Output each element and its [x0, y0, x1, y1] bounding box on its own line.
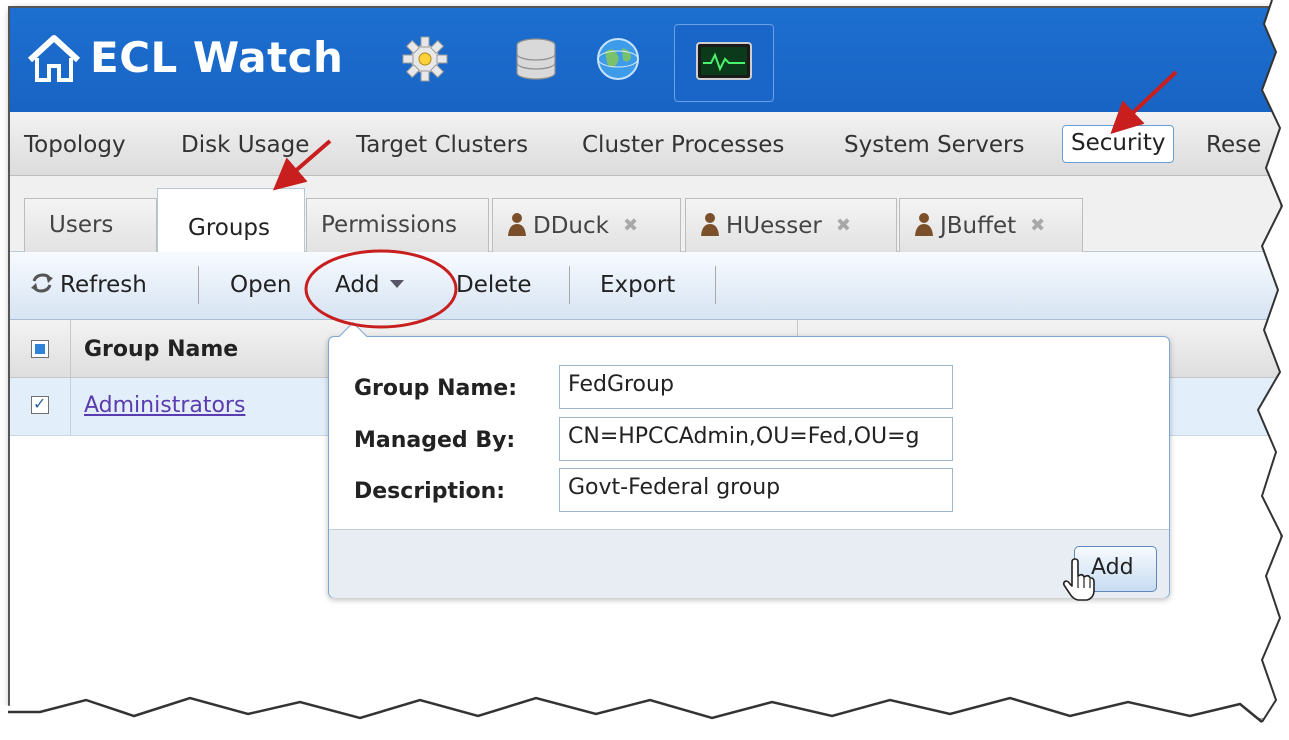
- globe-icon[interactable]: [595, 36, 641, 82]
- screenshot: ECL Watch Topology Disk Usage Target Clu…: [0, 0, 1289, 740]
- person-icon: [915, 213, 933, 236]
- refresh-label: Refresh: [60, 272, 147, 298]
- tab-label: Groups: [188, 215, 271, 241]
- description-label: Description:: [354, 479, 506, 504]
- tab-label: DDuck: [533, 213, 609, 239]
- hand-cursor-icon: [1062, 558, 1095, 601]
- column-header-group-name[interactable]: Group Name: [84, 337, 238, 362]
- person-icon: [701, 213, 719, 236]
- nav-target-clusters[interactable]: Target Clusters: [356, 132, 528, 158]
- dialog-footer: Add: [329, 529, 1169, 598]
- person-icon: [508, 213, 526, 236]
- group-name-field[interactable]: FedGroup: [559, 365, 953, 409]
- app-title: ECL Watch: [90, 33, 344, 82]
- tab-groups[interactable]: Groups: [157, 188, 305, 253]
- column-divider: [70, 320, 71, 378]
- row-checkbox[interactable]: [31, 394, 49, 414]
- managed-by-field[interactable]: CN=HPCCAdmin,OU=Fed,OU=g: [559, 417, 953, 461]
- group-link[interactable]: Administrators: [84, 393, 245, 418]
- close-icon[interactable]: ✖: [623, 215, 638, 236]
- groups-toolbar: Refresh Open Add Delete Export: [10, 252, 1280, 320]
- delete-button[interactable]: Delete: [456, 272, 532, 298]
- nav-system-servers[interactable]: System Servers: [844, 132, 1025, 158]
- toolbar-divider: [569, 266, 570, 304]
- nav-resources[interactable]: Rese: [1206, 132, 1261, 158]
- toolbar-divider: [198, 266, 199, 304]
- tab-permissions[interactable]: Permissions: [306, 198, 489, 252]
- tab-label: JBuffet: [940, 213, 1017, 239]
- monitor-button[interactable]: [674, 24, 774, 102]
- refresh-button[interactable]: Refresh: [30, 272, 147, 298]
- nav-disk-usage[interactable]: Disk Usage: [181, 132, 309, 158]
- add-group-dialog: Group Name: FedGroup Managed By: CN=HPCC…: [328, 321, 1170, 598]
- description-field[interactable]: Govt-Federal group: [559, 468, 953, 512]
- home-icon[interactable]: [26, 34, 82, 84]
- chevron-down-icon: [389, 280, 404, 288]
- app-header: ECL Watch: [10, 8, 1280, 112]
- toolbar-divider: [715, 266, 716, 304]
- managed-by-label: Managed By:: [354, 428, 516, 453]
- select-all-checkbox[interactable]: [31, 340, 49, 358]
- add-dropdown-button[interactable]: Add: [335, 272, 404, 298]
- add-label: Add: [335, 272, 380, 298]
- monitor-icon: [696, 42, 752, 80]
- ecl-watch-window: ECL Watch Topology Disk Usage Target Clu…: [8, 6, 1280, 718]
- open-button[interactable]: Open: [230, 272, 291, 298]
- tab-label: Permissions: [321, 212, 458, 238]
- column-divider: [70, 378, 71, 436]
- close-icon[interactable]: ✖: [1030, 215, 1045, 236]
- tab-users[interactable]: Users: [24, 198, 157, 252]
- database-icon[interactable]: [513, 36, 559, 82]
- tab-user-dduck[interactable]: DDuck ✖: [492, 198, 681, 252]
- tab-user-jbuffet[interactable]: JBuffet ✖: [899, 198, 1083, 252]
- tab-user-huesser[interactable]: HUesser ✖: [685, 198, 897, 252]
- export-button[interactable]: Export: [600, 272, 675, 298]
- refresh-icon: [31, 273, 53, 293]
- nav-topology[interactable]: Topology: [24, 132, 126, 158]
- gear-icon[interactable]: [402, 36, 448, 82]
- nav-cluster-processes[interactable]: Cluster Processes: [582, 132, 784, 158]
- close-icon[interactable]: ✖: [836, 215, 851, 236]
- security-tabs: Users Groups Permissions DDuck ✖ HUesser ✖…: [10, 176, 1280, 253]
- nav-security[interactable]: Security: [1062, 125, 1175, 163]
- main-nav: Topology Disk Usage Target Clusters Clus…: [10, 112, 1280, 176]
- tab-label: Users: [49, 212, 114, 238]
- group-name-label: Group Name:: [354, 376, 517, 401]
- tab-label: HUesser: [726, 213, 822, 239]
